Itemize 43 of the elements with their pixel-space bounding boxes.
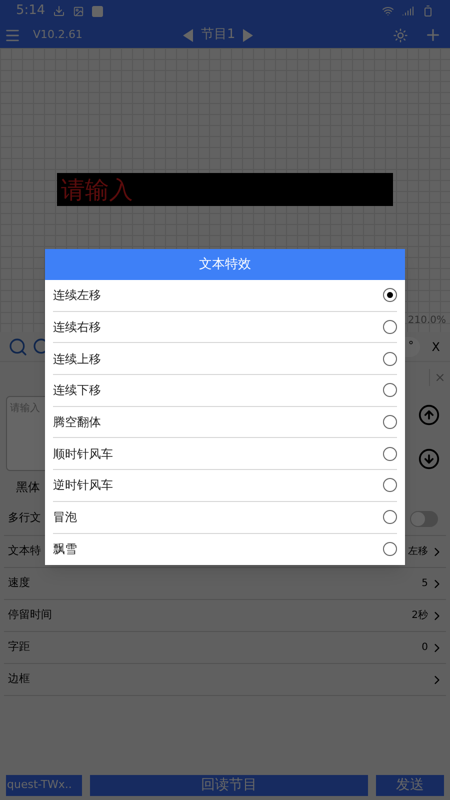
- effect-option[interactable]: 连续下移: [53, 375, 397, 407]
- radio-button[interactable]: [383, 542, 397, 556]
- setting-label: 字距: [8, 639, 30, 656]
- setting-value: 0: [422, 641, 428, 655]
- font-label: 黑体: [16, 479, 40, 496]
- setting-value: 5: [422, 577, 428, 591]
- axis-label: X: [432, 338, 440, 356]
- setting-value: 2秒: [412, 608, 428, 623]
- effect-option[interactable]: 连续左移: [53, 280, 397, 312]
- radio-button[interactable]: [383, 320, 397, 334]
- effect-option[interactable]: 连续上移: [53, 343, 397, 376]
- radio-button[interactable]: [383, 478, 397, 492]
- preview-text: 请输入: [61, 174, 133, 206]
- radio-button[interactable]: [383, 415, 397, 430]
- clock: 5:14: [16, 2, 46, 20]
- radio-button[interactable]: [383, 288, 397, 302]
- image-icon: [73, 6, 84, 16]
- effect-option[interactable]: 冒泡: [53, 502, 397, 534]
- effect-option[interactable]: 顺时针风车: [53, 438, 397, 470]
- move-up-icon[interactable]: [418, 404, 440, 426]
- radio-button[interactable]: [383, 383, 397, 398]
- effect-option[interactable]: 飘雪: [53, 534, 397, 566]
- toggle-switch[interactable]: [410, 510, 438, 526]
- download-icon: [53, 5, 66, 17]
- program-title: 节目1: [201, 26, 236, 44]
- signal-icon: [402, 5, 414, 17]
- setting-label: 文本特: [8, 543, 41, 560]
- battery-icon: [422, 5, 434, 17]
- setting-label: 停留时间: [8, 607, 52, 624]
- square-icon: [92, 6, 104, 16]
- radio-button[interactable]: [383, 446, 397, 461]
- dialog-title: 文本特效: [45, 249, 405, 280]
- radio-button[interactable]: [383, 352, 397, 366]
- setting-label: 速度: [8, 575, 30, 592]
- setting-value: 左移: [408, 545, 428, 559]
- setting-label: 多行文: [8, 510, 41, 526]
- radio-button[interactable]: [383, 510, 397, 524]
- effect-option[interactable]: 逆时针风车: [53, 470, 397, 502]
- move-down-icon[interactable]: [418, 448, 440, 470]
- effect-option[interactable]: 连续右移: [53, 312, 397, 344]
- setting-label: 边框: [8, 671, 30, 688]
- effect-option[interactable]: 腾空翻体: [53, 406, 397, 438]
- version-label: V10.2.61: [33, 26, 84, 43]
